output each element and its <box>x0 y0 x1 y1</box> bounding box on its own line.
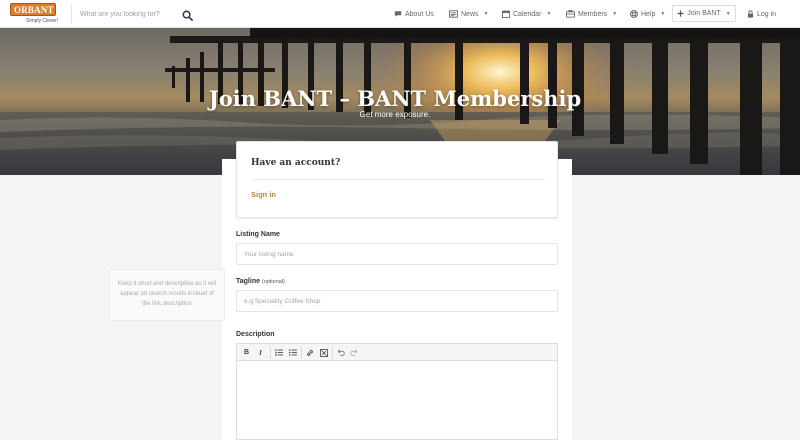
join-bant-label: Join BANT <box>687 10 721 17</box>
top-navbar: ORBANT Simply Clever! About Us News ▼ Ca… <box>0 0 800 28</box>
chevron-down-icon: ▼ <box>546 11 552 17</box>
unlink-icon[interactable] <box>318 347 329 358</box>
description-label: Description <box>236 331 275 338</box>
site-logo[interactable]: ORBANT Simply Clever! <box>10 3 58 25</box>
chevron-down-icon: ▼ <box>660 11 666 17</box>
logo-text: ORBANT <box>14 5 54 15</box>
listing-name-label: Listing Name <box>236 231 280 238</box>
toolbar-separator <box>332 346 333 359</box>
have-account-panel: Have an account? Sign in <box>236 141 558 218</box>
editor-toolbar: B I <box>237 344 557 361</box>
undo-icon[interactable] <box>335 347 346 358</box>
page-title: Join BANT – BANT Membership <box>208 86 582 111</box>
nav-help[interactable]: Help ▼ <box>630 8 665 20</box>
tagline-label: Tagline (optional) <box>236 278 285 285</box>
nav-about-us[interactable]: About Us <box>394 8 434 20</box>
tagline-label-text: Tagline <box>236 278 260 285</box>
nav-news[interactable]: News ▼ <box>449 8 488 20</box>
nav-about-label: About Us <box>405 10 434 18</box>
page-subtitle: Get more exposure. <box>359 110 431 119</box>
nav-help-label: Help <box>641 10 656 18</box>
description-textarea[interactable] <box>237 362 557 439</box>
italic-icon[interactable]: I <box>255 347 266 358</box>
panel-divider <box>251 179 545 180</box>
nav-members[interactable]: Members ▼ <box>566 8 617 20</box>
numbered-list-icon[interactable] <box>287 347 298 358</box>
tagline-optional-text: (optional) <box>261 279 285 285</box>
calendar-icon <box>502 10 510 18</box>
newspaper-icon <box>449 10 458 18</box>
description-editor: B I <box>236 343 558 440</box>
join-bant-button[interactable]: Join BANT ▼ <box>672 5 736 22</box>
lock-icon <box>747 10 754 18</box>
plus-icon <box>677 10 684 17</box>
chevron-down-icon: ▼ <box>725 10 731 17</box>
bullet-list-icon[interactable] <box>273 347 284 358</box>
nav-news-label: News <box>461 10 479 18</box>
tagline-input[interactable] <box>236 290 558 312</box>
search-input[interactable] <box>80 7 175 21</box>
have-account-title: Have an account? <box>251 158 341 168</box>
redo-icon[interactable] <box>348 347 359 358</box>
toolbar-separator <box>270 346 271 359</box>
logo-tagline: Simply Clever! <box>26 18 59 24</box>
lifebuoy-icon <box>630 10 638 18</box>
chevron-down-icon: ▼ <box>483 11 489 17</box>
header-divider <box>71 4 72 24</box>
nav-calendar-label: Calendar <box>513 10 542 18</box>
nav-calendar[interactable]: Calendar ▼ <box>502 8 551 20</box>
chevron-down-icon: ▼ <box>612 11 618 17</box>
nav-log-in-label: Log in <box>757 10 777 18</box>
sign-in-link[interactable]: Sign in <box>251 190 276 199</box>
toolbar-separator <box>301 346 302 359</box>
nav-members-label: Members <box>578 10 608 18</box>
listing-name-input[interactable] <box>236 243 558 265</box>
nav-log-in[interactable]: Log in <box>747 8 776 20</box>
search-icon[interactable] <box>182 8 193 21</box>
comment-icon <box>394 11 402 17</box>
bold-icon[interactable]: B <box>241 347 252 358</box>
members-icon <box>566 10 575 18</box>
tagline-hint-tooltip: Keep it short and descriptive as it will… <box>109 269 225 321</box>
link-icon[interactable] <box>304 347 315 358</box>
